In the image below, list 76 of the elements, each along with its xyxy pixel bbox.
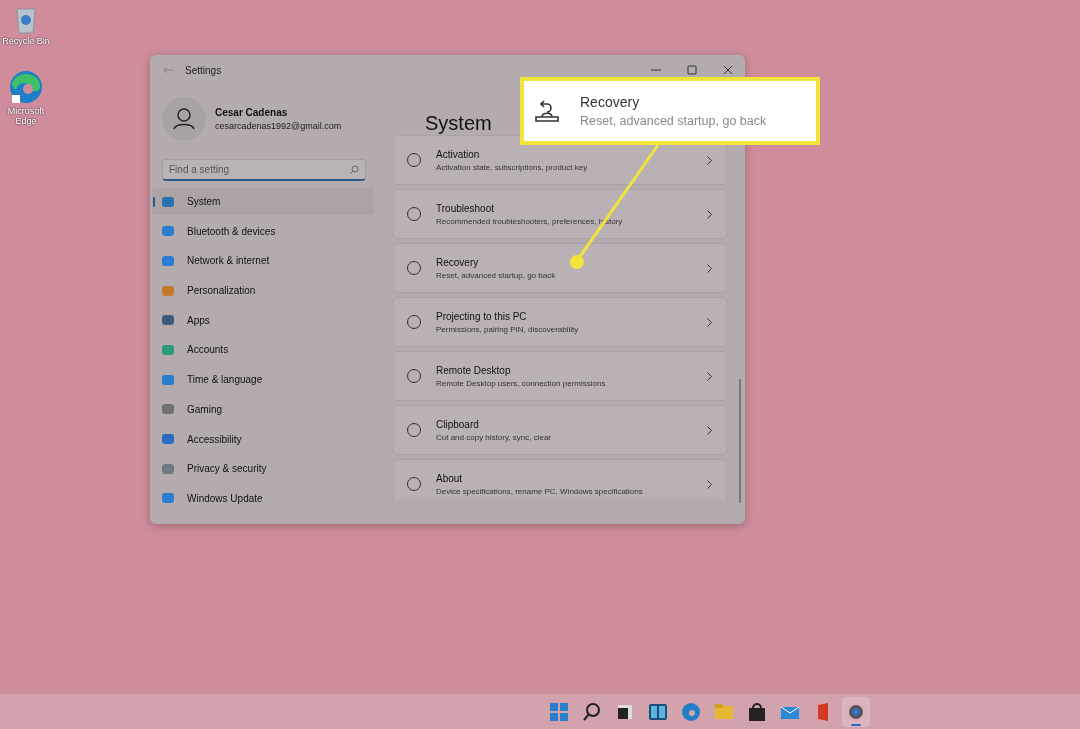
category-icon (161, 313, 175, 328)
page-title: System (425, 111, 492, 135)
category-icon (161, 491, 175, 506)
browser-icon[interactable] (8, 68, 44, 105)
card-title: Clipboard (436, 418, 480, 430)
card-subtitle: Cut and copy history, sync, clear (436, 432, 552, 442)
close-icon[interactable] (723, 65, 733, 75)
card-title: Troubleshoot (436, 202, 495, 214)
setting-icon (406, 260, 422, 276)
back-arrow-icon[interactable] (163, 66, 173, 74)
chevron-icon (707, 371, 712, 381)
settings-card[interactable]: Recovery Reset, advanced startup, go back (393, 243, 727, 293)
card-title: Recovery (436, 256, 480, 268)
window-title: Settings (185, 64, 222, 76)
category-icon (161, 461, 175, 476)
chevron-icon (707, 479, 712, 489)
setting-icon (406, 476, 422, 492)
card-subtitle: Activation state, subscriptions, product key (436, 162, 589, 172)
category-icon (161, 402, 175, 417)
sidebar-item[interactable]: Apps (152, 306, 374, 334)
sidebar-item[interactable]: Time & language (152, 366, 374, 394)
card-title: Projecting to this PC (436, 310, 528, 322)
scrollbar[interactable] (739, 379, 741, 503)
folder-icon (713, 701, 734, 722)
maximize-icon[interactable] (687, 65, 697, 75)
chevron-icon (707, 317, 712, 327)
sidebar-item[interactable]: System (152, 188, 374, 215)
chevron-icon (707, 263, 712, 273)
search-icon (581, 701, 602, 722)
chevron-icon (707, 209, 712, 219)
settings-card[interactable]: Projecting to this PC Permissions, pairing PIN, discoverability (393, 297, 727, 347)
user-email: cesarcadenas1992@gmail.com (215, 121, 342, 131)
sidebar-item[interactable]: Privacy & security (152, 455, 374, 483)
panels-icon (647, 701, 668, 722)
sidebar-item[interactable]: Accounts (152, 336, 374, 364)
search-icon (350, 165, 359, 174)
sidebar-item[interactable]: Gaming (152, 395, 374, 423)
setting-icon (406, 152, 422, 168)
card-subtitle: Device specifications, rename PC, Windows specifications (436, 486, 644, 496)
recycle-bin-icon[interactable] (14, 5, 38, 35)
sidebar-item[interactable]: Accessibility (152, 425, 374, 453)
browser-icon (680, 701, 701, 722)
setting-icon (406, 314, 422, 330)
callout-title: Recovery (580, 94, 641, 110)
user-name: Cesar Cadenas (215, 107, 289, 118)
bag-icon (746, 701, 767, 722)
card-subtitle: Reset, advanced startup, go back (436, 270, 557, 280)
setting-icon (406, 422, 422, 438)
setting-icon (406, 206, 422, 222)
card-title: Remote Desktop (436, 364, 512, 376)
category-icon (161, 372, 175, 387)
search-field[interactable]: Find a setting (162, 159, 366, 181)
card-title: Activation (436, 148, 481, 160)
card-subtitle: Remote Desktop users, connection permissions (436, 378, 607, 388)
sidebar-item[interactable]: Personalization (152, 277, 374, 305)
avatar-icon (162, 97, 206, 141)
category-icon (161, 283, 175, 298)
setting-icon (406, 368, 422, 384)
category-icon (161, 342, 175, 357)
start-icon (548, 701, 569, 722)
settings-card[interactable]: Clipboard Cut and copy history, sync, clear (393, 405, 727, 455)
chevron-icon (707, 155, 712, 165)
category-icon (161, 253, 175, 268)
recovery-icon (534, 99, 560, 123)
callout-subtitle: Reset, advanced startup, go back (580, 114, 768, 128)
sidebar-item[interactable]: Bluetooth & devices (152, 217, 374, 245)
category-icon (161, 432, 175, 446)
category-icon (161, 224, 175, 239)
settings-card[interactable]: Remote Desktop Remote Desktop users, connection permissions (393, 351, 727, 401)
sidebar-item[interactable]: Windows Update (152, 484, 374, 512)
settings-card[interactable]: About Device specifications, rename PC, Windows specifications (393, 459, 727, 499)
card-subtitle: Permissions, pairing PIN, discoverability (436, 324, 580, 334)
category-icon (161, 194, 175, 209)
card-title: About (436, 472, 464, 484)
chevron-icon (707, 425, 712, 435)
sidebar-item[interactable]: Network & internet (152, 247, 374, 275)
